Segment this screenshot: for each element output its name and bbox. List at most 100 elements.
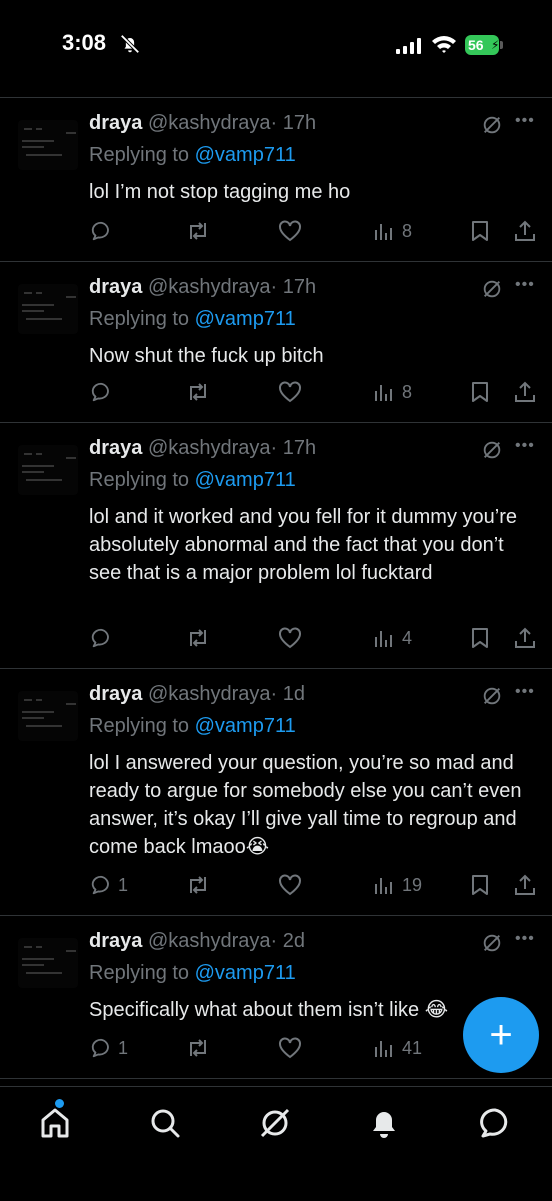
mention-link[interactable]: @vamp711	[195, 962, 296, 984]
tweet[interactable]: draya @kashydraya· 1d ••• Replying to @v…	[0, 669, 552, 916]
handle[interactable]: @kashydraya	[148, 276, 271, 298]
compose-button[interactable]: +	[463, 997, 539, 1073]
more-icon[interactable]: •••	[515, 437, 535, 455]
views-count: 41	[402, 1037, 423, 1058]
reply-button[interactable]: 1	[90, 1033, 128, 1063]
grok-icon[interactable]	[481, 439, 503, 461]
repost-button[interactable]	[186, 870, 210, 900]
replying-to: Replying to @vamp711	[89, 469, 296, 492]
tweet-actions: 4	[0, 623, 552, 653]
grok-icon[interactable]	[481, 278, 503, 300]
like-button[interactable]	[278, 1033, 302, 1063]
nav-messages[interactable]	[475, 1103, 515, 1143]
bookmark-button[interactable]	[470, 216, 490, 246]
nav-grok[interactable]	[255, 1103, 295, 1143]
nav-notifications[interactable]	[364, 1103, 404, 1143]
charging-bolt-icon: ⚡	[491, 38, 500, 52]
display-name[interactable]: draya	[89, 276, 142, 298]
timestamp: · 17h	[270, 276, 317, 298]
views-button[interactable]: 8	[374, 216, 412, 246]
replying-prefix: Replying to	[89, 962, 190, 984]
reply-icon	[91, 382, 109, 402]
nav-search[interactable]	[145, 1103, 185, 1143]
grok-icon[interactable]	[481, 685, 503, 707]
reply-button[interactable]	[90, 377, 118, 407]
reply-button[interactable]	[90, 623, 118, 653]
battery-percent: 56	[468, 37, 484, 53]
views-button[interactable]: 19	[374, 870, 422, 900]
bookmark-icon	[472, 875, 488, 895]
tweet[interactable]: draya @kashydraya· 17h ••• Replying to @…	[0, 262, 552, 423]
reply-button[interactable]	[90, 216, 118, 246]
display-name[interactable]: draya	[89, 930, 142, 952]
display-name[interactable]: draya	[89, 683, 142, 705]
share-button[interactable]	[514, 870, 536, 900]
avatar[interactable]	[18, 120, 78, 170]
replying-prefix: Replying to	[89, 469, 190, 491]
views-button[interactable]: 4	[374, 623, 412, 653]
mention-link[interactable]: @vamp711	[195, 308, 296, 330]
home-icon	[41, 1108, 69, 1138]
grok-icon	[260, 1108, 290, 1138]
tweet-header: draya @kashydraya· 17h	[89, 112, 316, 135]
views-button[interactable]: 41	[374, 1033, 422, 1063]
tweet-header: draya @kashydraya· 17h	[89, 437, 316, 460]
views-icon	[375, 878, 392, 894]
views-count: 4	[402, 627, 413, 648]
avatar[interactable]	[18, 284, 78, 334]
bookmark-button[interactable]	[470, 870, 490, 900]
more-icon[interactable]: •••	[515, 276, 535, 294]
avatar[interactable]	[18, 938, 78, 988]
repost-button[interactable]	[186, 216, 210, 246]
bookmark-button[interactable]	[470, 377, 490, 407]
nav-home[interactable]	[35, 1099, 75, 1143]
mention-link[interactable]: @vamp711	[195, 715, 296, 737]
avatar[interactable]	[18, 445, 78, 495]
handle[interactable]: @kashydraya	[148, 930, 271, 952]
bookmark-button[interactable]	[470, 623, 490, 653]
repost-button[interactable]	[186, 1033, 210, 1063]
grok-icon[interactable]	[481, 932, 503, 954]
tweet-text: lol I answered your question, you’re so …	[89, 752, 522, 858]
grok-icon[interactable]	[481, 114, 503, 136]
repost-button[interactable]	[186, 623, 210, 653]
like-button[interactable]	[278, 216, 302, 246]
like-button[interactable]	[278, 870, 302, 900]
tweet[interactable]: draya @kashydraya· 17h ••• Replying to @…	[0, 423, 552, 669]
repost-icon	[190, 629, 206, 647]
like-button[interactable]	[278, 623, 302, 653]
tweet[interactable]: draya @kashydraya· 17h ••• Replying to @…	[0, 98, 552, 262]
views-icon	[375, 1041, 392, 1057]
handle[interactable]: @kashydraya	[148, 683, 271, 705]
heart-icon	[279, 381, 301, 403]
replying-to: Replying to @vamp711	[89, 962, 296, 985]
share-button[interactable]	[514, 623, 536, 653]
more-icon[interactable]: •••	[515, 930, 535, 948]
status-time: 3:08	[62, 30, 107, 55]
views-count: 8	[402, 381, 413, 402]
avatar[interactable]	[18, 691, 78, 741]
mention-link[interactable]: @vamp711	[195, 144, 296, 166]
status-bar: 3:08 56 ⚡	[0, 0, 552, 86]
tweet-actions: 1 19	[0, 870, 552, 900]
plus-icon: +	[489, 1013, 513, 1057]
search-icon	[151, 1109, 180, 1138]
reply-button[interactable]: 1	[90, 870, 128, 900]
handle[interactable]: @kashydraya	[148, 437, 271, 459]
like-button[interactable]	[278, 377, 302, 407]
repost-icon	[190, 876, 206, 894]
repost-icon	[190, 383, 206, 401]
handle[interactable]: @kashydraya	[148, 112, 271, 134]
mention-link[interactable]: @vamp711	[195, 469, 296, 491]
display-name[interactable]: draya	[89, 112, 142, 134]
share-button[interactable]	[514, 216, 536, 246]
bookmark-icon	[472, 382, 488, 402]
notifications-icon	[373, 1112, 395, 1138]
display-name[interactable]: draya	[89, 437, 142, 459]
views-button[interactable]: 8	[374, 377, 412, 407]
more-icon[interactable]: •••	[515, 112, 535, 130]
share-button[interactable]	[514, 377, 536, 407]
more-icon[interactable]: •••	[515, 683, 535, 701]
repost-button[interactable]	[186, 377, 210, 407]
heart-icon	[279, 1037, 301, 1059]
